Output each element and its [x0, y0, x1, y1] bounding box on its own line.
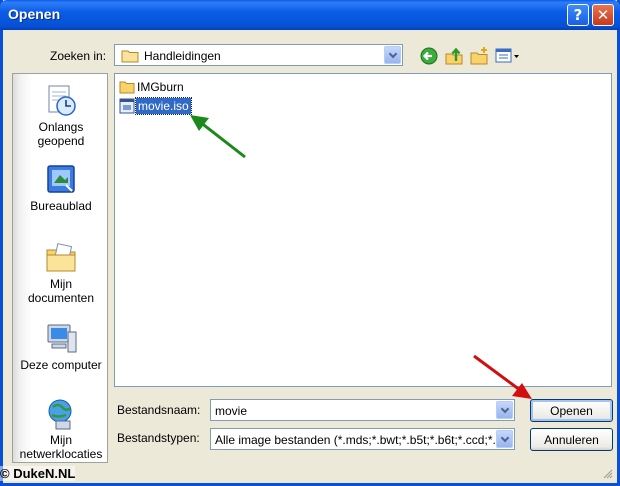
title-bar[interactable]: Openen ? ✕: [0, 0, 620, 30]
filename-input[interactable]: movie: [210, 399, 515, 421]
folder-icon: [121, 50, 139, 63]
place-label: Mijn: [49, 433, 72, 447]
help-icon: ?: [573, 6, 583, 24]
place-my-documents[interactable]: Mijn documenten: [13, 241, 109, 305]
place-recent[interactable]: Onlangs geopend: [13, 84, 109, 148]
network-places-icon: [48, 399, 72, 430]
my-computer-icon: [47, 324, 77, 353]
filetype-dropdown[interactable]: Alle image bestanden (*.mds;*.bwt;*.b5t;…: [210, 428, 515, 450]
list-item[interactable]: movie.iso: [119, 97, 192, 115]
place-label: Bureaublad: [30, 199, 92, 213]
look-in-dropdown[interactable]: Handleidingen: [114, 44, 403, 66]
place-label: documenten: [27, 291, 95, 305]
cancel-button[interactable]: Annuleren: [530, 428, 613, 451]
look-in-value: Handleidingen: [144, 49, 221, 63]
close-icon: ✕: [596, 6, 610, 24]
place-network[interactable]: Mijn netwerklocaties: [13, 397, 109, 461]
place-label: Onlangs: [38, 120, 84, 134]
places-bar: Onlangs geopend Bureaublad Mijn document…: [12, 73, 108, 463]
place-label: geopend: [37, 134, 85, 148]
chevron-down-icon[interactable]: [496, 401, 513, 419]
file-list[interactable]: IMGburn movie.iso: [114, 73, 612, 387]
list-item[interactable]: IMGburn: [119, 78, 186, 96]
disc-image-icon: [119, 98, 135, 114]
views-menu-icon[interactable]: [495, 46, 521, 66]
place-label: netwerklocaties: [19, 447, 103, 461]
file-name: movie.iso: [135, 97, 192, 115]
filetype-label: Bestandstypen:: [117, 431, 200, 445]
recent-documents-icon: [48, 85, 76, 116]
open-button[interactable]: Openen: [530, 399, 613, 422]
resize-grip-icon[interactable]: [601, 467, 613, 479]
place-label: Mijn: [49, 277, 72, 291]
new-folder-icon[interactable]: [469, 46, 489, 66]
place-desktop[interactable]: Bureaublad: [13, 163, 109, 213]
dialog-title: Openen: [8, 6, 61, 22]
back-icon[interactable]: [419, 46, 439, 66]
folder-icon: [119, 81, 135, 94]
close-button[interactable]: ✕: [592, 4, 614, 26]
chevron-down-icon[interactable]: [496, 430, 513, 448]
desktop-icon: [47, 165, 75, 193]
watermark: © DukeN.NL: [0, 466, 76, 481]
look-in-label: Zoeken in:: [50, 49, 107, 63]
place-label: Deze computer: [20, 358, 102, 372]
filename-label: Bestandsnaam:: [117, 403, 201, 417]
chevron-down-icon[interactable]: [384, 46, 401, 64]
open-dialog: Openen ? ✕ Zoeken in: Handleidingen Onla…: [0, 0, 620, 486]
place-my-computer[interactable]: Deze computer: [13, 322, 109, 372]
filename-value: movie: [215, 404, 248, 418]
filetype-value: Alle image bestanden (*.mds;*.bwt;*.b5t;…: [215, 433, 495, 447]
my-documents-icon: [46, 243, 76, 272]
help-button[interactable]: ?: [567, 4, 589, 26]
up-folder-icon[interactable]: [444, 46, 464, 66]
file-name: IMGburn: [137, 80, 184, 94]
